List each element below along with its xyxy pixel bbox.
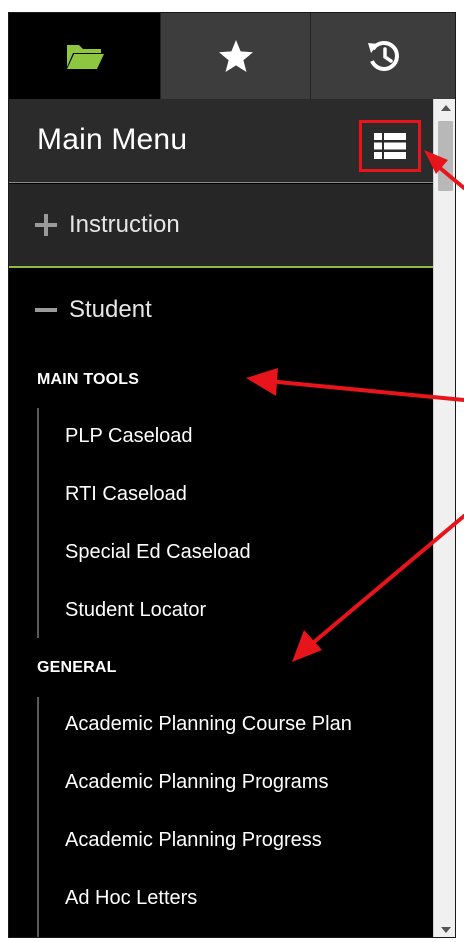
section-main-tools: MAIN TOOLS xyxy=(37,371,140,388)
page-title: Main Menu xyxy=(37,123,188,156)
tab-menu[interactable] xyxy=(9,13,161,99)
menu-item-ad-hoc-letters[interactable]: Ad Hoc Letters xyxy=(65,887,197,910)
category-student-label: Student xyxy=(69,296,152,323)
scroll-down-button[interactable] xyxy=(434,921,455,937)
tab-bar xyxy=(9,13,455,99)
list-view-button[interactable] xyxy=(359,120,421,172)
tab-recent[interactable] xyxy=(311,13,455,99)
section-divider xyxy=(37,408,39,638)
plus-icon xyxy=(35,214,57,236)
list-view-icon xyxy=(374,133,406,159)
menu-item-plp-caseload[interactable]: PLP Caseload xyxy=(65,425,193,448)
category-instruction-label: Instruction xyxy=(69,211,180,238)
category-student[interactable]: Student xyxy=(9,270,433,350)
history-icon xyxy=(368,41,399,71)
menu-item-academic-planning-course-plan[interactable]: Academic Planning Course Plan xyxy=(65,713,352,736)
arrow-down-icon xyxy=(440,927,451,933)
menu-header: Main Menu xyxy=(9,99,433,183)
menu-item-rti-caseload[interactable]: RTI Caseload xyxy=(65,483,187,506)
arrow-up-icon xyxy=(440,105,451,111)
menu-item-academic-planning-programs[interactable]: Academic Planning Programs xyxy=(65,771,328,794)
menu-panel: Main Menu Instruction Student MAIN TOOLS… xyxy=(8,12,456,938)
menu-item-academic-planning-progress[interactable]: Academic Planning Progress xyxy=(65,829,322,852)
folder-icon xyxy=(66,45,104,69)
section-general: GENERAL xyxy=(37,659,117,676)
menu-item-student-locator[interactable]: Student Locator xyxy=(65,599,206,622)
star-icon xyxy=(218,40,253,72)
scroll-up-button[interactable] xyxy=(434,99,455,117)
scrollbar[interactable] xyxy=(433,99,455,937)
category-instruction[interactable]: Instruction xyxy=(9,184,433,268)
tab-favorites[interactable] xyxy=(161,13,311,99)
menu-item-special-ed-caseload[interactable]: Special Ed Caseload xyxy=(65,541,251,564)
scroll-thumb[interactable] xyxy=(438,121,453,191)
minus-icon xyxy=(35,299,57,321)
section-divider xyxy=(37,697,39,937)
